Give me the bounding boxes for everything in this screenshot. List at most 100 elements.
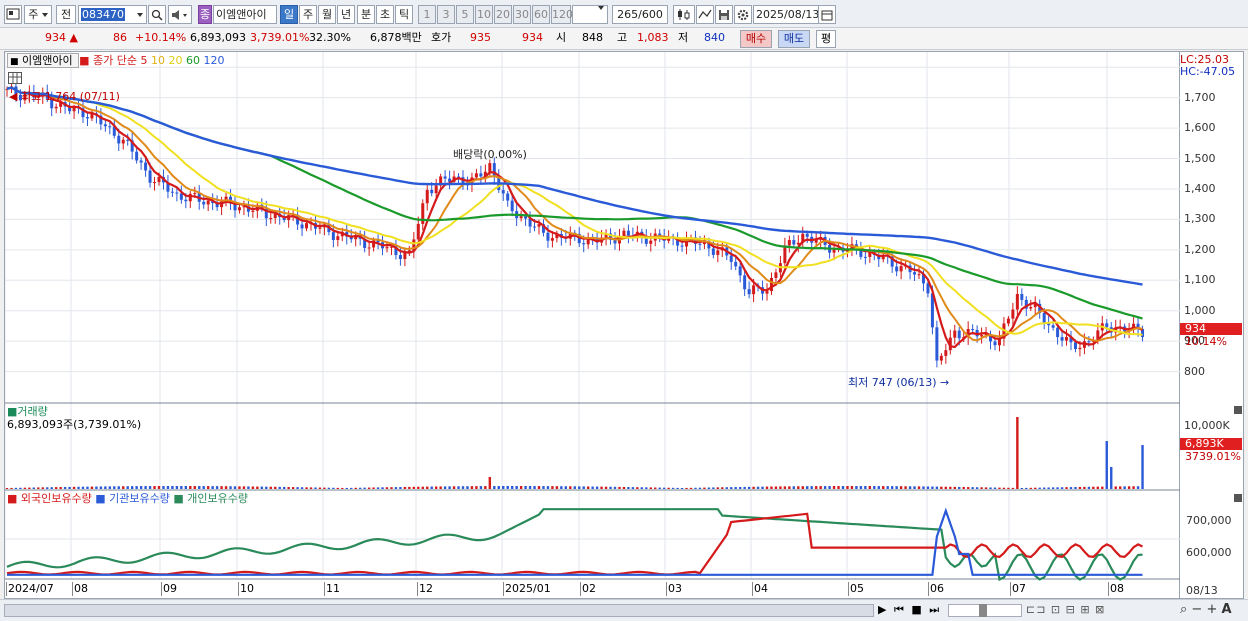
candle-body — [331, 232, 335, 240]
search-icon[interactable] — [148, 5, 166, 24]
candle-body — [179, 193, 183, 200]
candle-body — [1011, 309, 1015, 319]
price-change: 86 — [113, 31, 127, 44]
line-tool-icon[interactable] — [696, 5, 714, 24]
hc-label: HC:-47.05 — [1180, 65, 1236, 78]
interval-10[interactable]: 10 — [475, 5, 493, 24]
prev-button[interactable]: 전 — [56, 5, 76, 24]
holdings-panel-close-icon[interactable] — [1234, 494, 1242, 502]
interval-120[interactable]: 120 — [551, 5, 573, 24]
volume-bar — [528, 486, 532, 489]
volume-bar — [993, 487, 997, 489]
candle-body — [582, 243, 586, 245]
chart-menu-icon[interactable] — [4, 5, 22, 24]
volume-bar — [779, 486, 782, 489]
volume-bar — [63, 486, 67, 489]
volume-bar — [300, 487, 304, 489]
volume-bar — [421, 486, 424, 489]
candle-icon[interactable] — [673, 5, 695, 24]
volume-bar — [372, 487, 375, 489]
volume-bar — [569, 486, 572, 489]
volume-bar — [493, 486, 496, 489]
volume-bar — [841, 486, 845, 489]
volume-bar — [510, 486, 514, 489]
x-axis-label: 2025/01 — [503, 582, 551, 596]
period-minute[interactable]: 분 — [357, 5, 375, 24]
date-input[interactable]: 2025/08/13 — [753, 5, 819, 24]
period-day[interactable]: 일 — [280, 5, 298, 24]
interval-custom[interactable] — [572, 5, 608, 24]
quote-bar: 934 ▲ 86 +10.14% 6,893,093 3,739.01% 32.… — [0, 28, 1248, 50]
volume-bar — [1029, 487, 1032, 489]
volume-bar — [417, 486, 420, 489]
period-tick[interactable]: 틱 — [395, 5, 413, 24]
turnover-rate: 32.30% — [309, 31, 351, 44]
gear-icon[interactable] — [734, 5, 752, 24]
speaker-icon[interactable] — [168, 5, 192, 24]
interval-1[interactable]: 1 — [418, 5, 436, 24]
eval-button[interactable]: 평 — [816, 30, 836, 48]
ma-legend-10: 10 — [151, 54, 165, 67]
volume-bar — [412, 486, 416, 489]
candle-body — [1065, 337, 1069, 341]
x-axis-right-label: 08/13 — [1186, 584, 1218, 597]
volume-bar — [233, 486, 237, 489]
period-year[interactable]: 년 — [337, 5, 355, 24]
stock-legend: ■ 이엠앤아이 — [7, 53, 80, 68]
period-second[interactable]: 초 — [376, 5, 394, 24]
interval-5[interactable]: 5 — [456, 5, 474, 24]
volume-bar — [555, 486, 559, 489]
magnifier-icon[interactable]: ⌕ — [1180, 602, 1187, 617]
volume-bar — [1051, 487, 1055, 489]
candle-body — [698, 243, 702, 245]
volume-bar — [148, 486, 152, 489]
save-icon[interactable] — [715, 5, 733, 24]
layout-tools-icon[interactable]: ⊏⊐ ⊡ ⊟ ⊞ ⊠ — [1026, 603, 1105, 616]
period-select[interactable]: 주 — [24, 5, 52, 24]
count-input[interactable]: 265/600 — [612, 5, 668, 24]
zoom-slider-handle[interactable] — [979, 604, 987, 617]
volume-bar — [890, 486, 894, 489]
playback-controls[interactable]: ▶ ⏮ ■ ⏭ — [878, 603, 941, 617]
volume-bar — [640, 487, 644, 489]
volume-bar — [1127, 486, 1131, 489]
buy-button[interactable]: 매수 — [740, 30, 772, 48]
period-week[interactable]: 주 — [299, 5, 317, 24]
ma-legend-20: 20 — [168, 54, 183, 67]
chart-canvas[interactable]: ■ 이엠앤아이 ■ 종가 단순 5 10 20 60 120 ◀ 최고 1,76… — [4, 51, 1181, 599]
volume-bar — [738, 486, 742, 489]
volume-bar — [475, 486, 478, 489]
volume-bar — [636, 487, 639, 489]
volume-bar — [685, 487, 688, 489]
interval-20[interactable]: 20 — [494, 5, 512, 24]
interval-60[interactable]: 60 — [532, 5, 550, 24]
period-month[interactable]: 월 — [318, 5, 336, 24]
interval-3[interactable]: 3 — [437, 5, 455, 24]
candle-body — [153, 182, 157, 184]
volume-bar — [855, 486, 858, 489]
volume-bar — [707, 487, 711, 489]
table-icon[interactable] — [8, 72, 22, 84]
candle-body — [193, 193, 197, 195]
candle-body — [144, 162, 148, 171]
zoom-controls[interactable]: ⌕ − + A — [1180, 602, 1232, 617]
volume-bar — [519, 486, 523, 489]
volume-bar — [600, 486, 603, 489]
interval-30[interactable]: 30 — [513, 5, 531, 24]
volume-bar — [1114, 486, 1117, 489]
code-dropdown-icon[interactable] — [134, 5, 147, 24]
volume-bar — [868, 486, 872, 489]
ma-legend-120: 120 — [203, 54, 225, 67]
calendar-icon[interactable] — [818, 5, 836, 24]
volume-bar — [269, 486, 272, 489]
sell-button[interactable]: 매도 — [778, 30, 810, 48]
scrollbar-track[interactable] — [4, 604, 874, 617]
volume-bar — [940, 486, 943, 489]
volume-bar — [828, 486, 831, 489]
volume-bar — [953, 486, 956, 489]
zoom-slider[interactable] — [948, 604, 1022, 617]
candle-body — [72, 107, 76, 112]
volume-bar — [211, 486, 214, 489]
volume-panel-close-icon[interactable] — [1234, 406, 1242, 414]
volume-bar — [452, 486, 456, 489]
